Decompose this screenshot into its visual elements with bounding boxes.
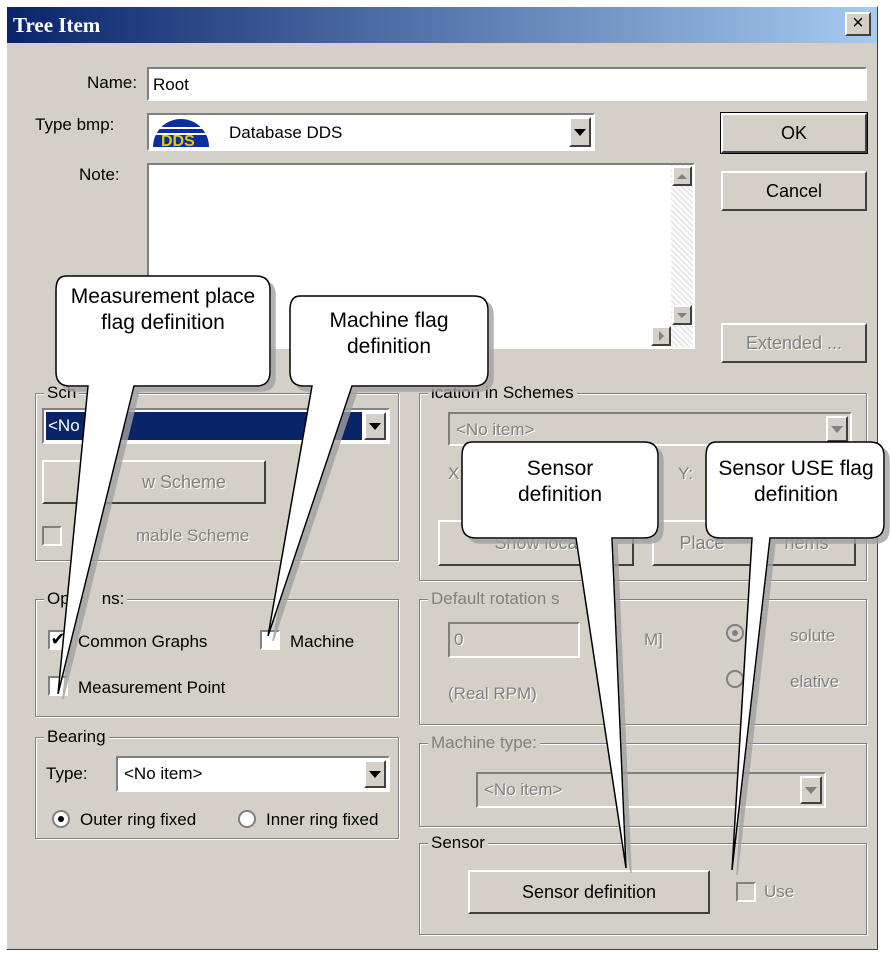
callout-measurement-place bbox=[55, 275, 271, 695]
callout-sensor-definition-text: Sensor definition bbox=[517, 457, 603, 506]
callout-measurement-place-text: Measurement place flag definition bbox=[70, 285, 256, 334]
callout-machine-flag-text: Machine flag definition bbox=[329, 309, 449, 358]
callout-sensor-use-text: Sensor USE flag definition bbox=[718, 457, 874, 506]
